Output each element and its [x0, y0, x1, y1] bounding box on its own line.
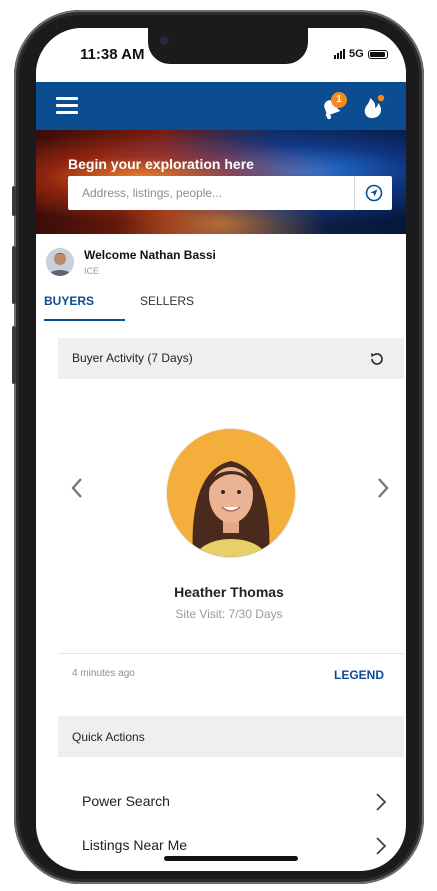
- welcome-header: Welcome Nathan Bassi ICE: [46, 246, 376, 286]
- mute-switch: [12, 186, 16, 216]
- buyer-profile-photo[interactable]: [166, 428, 296, 558]
- menu-icon[interactable]: [56, 97, 78, 114]
- flame-button[interactable]: [360, 92, 388, 120]
- home-indicator: [164, 856, 298, 861]
- chevron-right-icon: [378, 478, 389, 498]
- search-bar: [68, 176, 392, 210]
- divider: [58, 653, 404, 654]
- buyer-site-visits: Site Visit: 7/30 Days: [175, 607, 283, 621]
- location-button[interactable]: [354, 176, 392, 210]
- notification-badge: 1: [331, 92, 347, 108]
- avatar[interactable]: [46, 248, 74, 276]
- chevron-left-icon: [71, 478, 82, 498]
- status-bar: 11:38 AM 5G: [36, 28, 406, 82]
- volume-up-button: [12, 246, 16, 304]
- quick-actions-header: Quick Actions: [58, 716, 404, 757]
- hero-banner: Begin your exploration here: [36, 130, 406, 234]
- signal-status: 5G: [334, 48, 388, 60]
- status-time: 11:38 AM: [80, 46, 145, 63]
- welcome-org: ICE: [84, 266, 100, 276]
- search-input[interactable]: [68, 176, 352, 210]
- app-screen: 11:38 AM 5G 1 Begin your exploration her…: [36, 28, 406, 871]
- chevron-right-icon: [376, 793, 387, 811]
- tab-sellers[interactable]: SELLERS: [140, 294, 194, 308]
- location-icon: [365, 184, 382, 202]
- volume-down-button: [12, 326, 16, 384]
- hero-title: Begin your exploration here: [68, 156, 254, 172]
- signal-bars-icon: [334, 49, 345, 59]
- buyer-activity-header: Buyer Activity (7 Days): [58, 338, 404, 379]
- quick-action-label: Power Search: [82, 793, 170, 809]
- chevron-right-icon: [376, 837, 387, 855]
- refresh-icon: [371, 353, 383, 365]
- role-tabs: BUYERS SELLERS: [36, 286, 406, 324]
- previous-buyer-button[interactable]: [66, 474, 88, 502]
- refresh-button[interactable]: [368, 350, 386, 368]
- active-tab-indicator: [44, 319, 125, 321]
- buyer-photo-icon: [167, 429, 295, 557]
- next-buyer-button[interactable]: [372, 474, 394, 502]
- quick-action-power-search[interactable]: Power Search: [58, 780, 404, 824]
- buyer-name: Heather Thomas: [174, 584, 284, 600]
- buyer-activity-title: Buyer Activity (7 Days): [72, 351, 193, 365]
- quick-action-label: Listings Near Me: [82, 837, 188, 853]
- network-label: 5G: [349, 48, 364, 60]
- quick-actions-title: Quick Actions: [72, 730, 145, 744]
- app-bar: 1: [36, 82, 406, 130]
- welcome-name: Welcome Nathan Bassi: [84, 248, 216, 262]
- quick-action-listings-near-me[interactable]: Listings Near Me: [58, 824, 404, 868]
- last-updated: 4 minutes ago: [72, 668, 135, 679]
- legend-link[interactable]: LEGEND: [334, 668, 384, 682]
- flame-icon: [364, 94, 385, 118]
- notifications-button[interactable]: 1: [319, 92, 349, 120]
- tab-buyers[interactable]: BUYERS: [44, 294, 94, 308]
- battery-icon: [367, 49, 388, 59]
- notch: [148, 28, 308, 64]
- user-photo-icon: [46, 248, 74, 276]
- camera: [160, 36, 169, 45]
